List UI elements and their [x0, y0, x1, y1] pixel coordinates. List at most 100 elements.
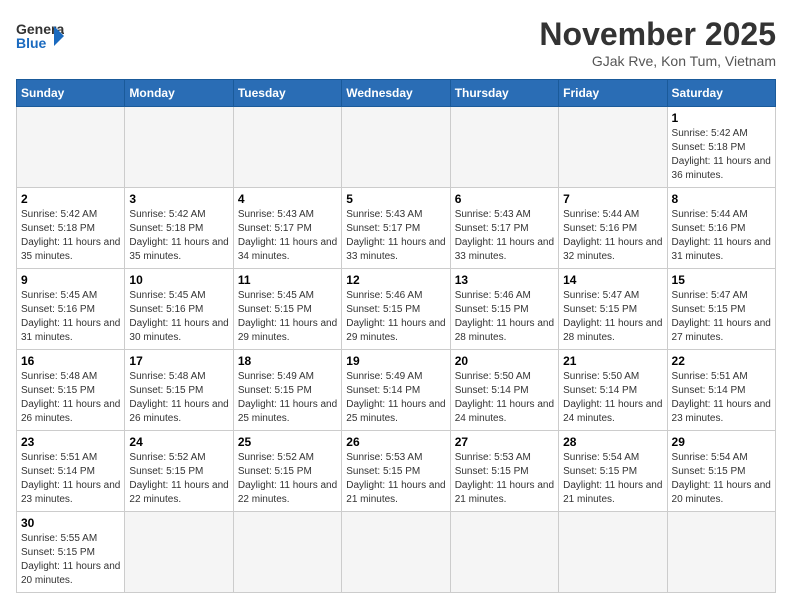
day-number: 25: [238, 435, 337, 449]
day-number: 26: [346, 435, 445, 449]
weekday-header: Friday: [559, 80, 667, 107]
calendar-cell: 28 Sunrise: 5:54 AMSunset: 5:15 PMDayligh…: [559, 431, 667, 512]
day-info: Sunrise: 5:48 AMSunset: 5:15 PMDaylight:…: [129, 370, 228, 426]
day-info: Sunrise: 5:46 AMSunset: 5:15 PMDaylight:…: [455, 289, 554, 345]
calendar-week-row: 1Sunrise: 5:42 AMSunset: 5:18 PMDaylight…: [17, 107, 776, 188]
day-number: 6: [455, 192, 554, 206]
calendar-cell: 7Sunrise: 5:44 AMSunset: 5:16 PMDaylight…: [559, 188, 667, 269]
logo-icon: General Blue: [16, 16, 64, 56]
day-number: 30: [21, 516, 120, 530]
calendar-cell: 9 Sunrise: 5:45 AMSunset: 5:16 PMDaylight…: [17, 269, 125, 350]
calendar-cell: [17, 107, 125, 188]
day-info: Sunrise: 5:42 AMSunset: 5:18 PMDaylight:…: [129, 208, 228, 264]
day-number: 17: [129, 354, 228, 368]
day-number: 28: [563, 435, 662, 449]
calendar-cell: 19 Sunrise: 5:49 AMSunset: 5:14 PMDayligh…: [342, 350, 450, 431]
calendar-cell: 4 Sunrise: 5:43 AMSunset: 5:17 PMDaylight…: [233, 188, 341, 269]
day-info: Sunrise: 5:53 AMSunset: 5:15 PMDaylight:…: [455, 451, 554, 507]
weekday-header: Sunday: [17, 80, 125, 107]
day-number: 13: [455, 273, 554, 287]
day-number: 5: [346, 192, 445, 206]
day-info: Sunrise: 5:47 AMSunset: 5:15 PMDaylight:…: [563, 289, 662, 345]
day-number: 27: [455, 435, 554, 449]
calendar-week-row: 2 Sunrise: 5:42 AMSunset: 5:18 PMDaylight…: [17, 188, 776, 269]
day-number: 23: [21, 435, 120, 449]
day-info: Sunrise: 5:42 AMSunset: 5:18 PMDaylight:…: [21, 208, 120, 264]
day-number: 4: [238, 192, 337, 206]
day-info: Sunrise: 5:47 AMSunset: 5:15 PMDaylight:…: [672, 289, 771, 345]
day-number: 29: [672, 435, 771, 449]
calendar-cell: 11Sunrise: 5:45 AMSunset: 5:15 PMDayligh…: [233, 269, 341, 350]
day-number: 19: [346, 354, 445, 368]
day-number: 9: [21, 273, 120, 287]
day-number: 2: [21, 192, 120, 206]
calendar-cell: 15 Sunrise: 5:47 AMSunset: 5:15 PMDayligh…: [667, 269, 775, 350]
day-info: Sunrise: 5:52 AMSunset: 5:15 PMDaylight:…: [238, 451, 337, 507]
calendar-cell: [559, 107, 667, 188]
day-info: Sunrise: 5:45 AMSunset: 5:16 PMDaylight:…: [21, 289, 120, 345]
calendar-cell: 25 Sunrise: 5:52 AMSunset: 5:15 PMDayligh…: [233, 431, 341, 512]
day-info: Sunrise: 5:50 AMSunset: 5:14 PMDaylight:…: [563, 370, 662, 426]
calendar-cell: 17 Sunrise: 5:48 AMSunset: 5:15 PMDayligh…: [125, 350, 233, 431]
day-info: Sunrise: 5:44 AMSunset: 5:16 PMDaylight:…: [672, 208, 771, 264]
day-info: Sunrise: 5:51 AMSunset: 5:14 PMDaylight:…: [672, 370, 771, 426]
calendar-cell: 18 Sunrise: 5:49 AMSunset: 5:15 PMDayligh…: [233, 350, 341, 431]
calendar-cell: 1Sunrise: 5:42 AMSunset: 5:18 PMDaylight…: [667, 107, 775, 188]
calendar-cell: 6 Sunrise: 5:43 AMSunset: 5:17 PMDaylight…: [450, 188, 558, 269]
title-section: November 2025 GJak Rve, Kon Tum, Vietnam: [539, 16, 776, 69]
calendar-cell: [233, 512, 341, 593]
day-info: Sunrise: 5:46 AMSunset: 5:15 PMDaylight:…: [346, 289, 445, 345]
calendar-cell: 21 Sunrise: 5:50 AMSunset: 5:14 PMDayligh…: [559, 350, 667, 431]
calendar-cell: 29Sunrise: 5:54 AMSunset: 5:15 PMDayligh…: [667, 431, 775, 512]
day-info: Sunrise: 5:45 AMSunset: 5:15 PMDaylight:…: [238, 289, 337, 345]
calendar-cell: [233, 107, 341, 188]
day-info: Sunrise: 5:54 AMSunset: 5:15 PMDaylight:…: [563, 451, 662, 507]
weekday-header: Wednesday: [342, 80, 450, 107]
calendar-cell: 24Sunrise: 5:52 AMSunset: 5:15 PMDayligh…: [125, 431, 233, 512]
calendar-cell: 3 Sunrise: 5:42 AMSunset: 5:18 PMDaylight…: [125, 188, 233, 269]
day-number: 1: [672, 111, 771, 125]
day-number: 16: [21, 354, 120, 368]
day-number: 10: [129, 273, 228, 287]
day-number: 3: [129, 192, 228, 206]
day-info: Sunrise: 5:43 AMSunset: 5:17 PMDaylight:…: [455, 208, 554, 264]
day-info: Sunrise: 5:45 AMSunset: 5:16 PMDaylight:…: [129, 289, 228, 345]
day-number: 8: [672, 192, 771, 206]
day-info: Sunrise: 5:49 AMSunset: 5:15 PMDaylight:…: [238, 370, 337, 426]
calendar-cell: 12Sunrise: 5:46 AMSunset: 5:15 PMDayligh…: [342, 269, 450, 350]
calendar-cell: 13 Sunrise: 5:46 AMSunset: 5:15 PMDayligh…: [450, 269, 558, 350]
calendar-cell: 22Sunrise: 5:51 AMSunset: 5:14 PMDayligh…: [667, 350, 775, 431]
day-info: Sunrise: 5:43 AMSunset: 5:17 PMDaylight:…: [238, 208, 337, 264]
weekday-header-row: SundayMondayTuesdayWednesdayThursdayFrid…: [17, 80, 776, 107]
month-title: November 2025: [539, 16, 776, 53]
calendar-cell: [125, 512, 233, 593]
day-info: Sunrise: 5:55 AMSunset: 5:15 PMDaylight:…: [21, 532, 120, 588]
calendar-cell: 20Sunrise: 5:50 AMSunset: 5:14 PMDayligh…: [450, 350, 558, 431]
svg-text:Blue: Blue: [16, 35, 47, 51]
calendar-cell: 30 Sunrise: 5:55 AMSunset: 5:15 PMDayligh…: [17, 512, 125, 593]
day-info: Sunrise: 5:51 AMSunset: 5:14 PMDaylight:…: [21, 451, 120, 507]
day-info: Sunrise: 5:52 AMSunset: 5:15 PMDaylight:…: [129, 451, 228, 507]
calendar-week-row: 30 Sunrise: 5:55 AMSunset: 5:15 PMDayligh…: [17, 512, 776, 593]
weekday-header: Saturday: [667, 80, 775, 107]
calendar-cell: [125, 107, 233, 188]
calendar-cell: 8 Sunrise: 5:44 AMSunset: 5:16 PMDaylight…: [667, 188, 775, 269]
day-info: Sunrise: 5:48 AMSunset: 5:15 PMDaylight:…: [21, 370, 120, 426]
day-number: 18: [238, 354, 337, 368]
weekday-header: Monday: [125, 80, 233, 107]
calendar-cell: 2 Sunrise: 5:42 AMSunset: 5:18 PMDaylight…: [17, 188, 125, 269]
calendar-cell: 5 Sunrise: 5:43 AMSunset: 5:17 PMDaylight…: [342, 188, 450, 269]
day-info: Sunrise: 5:49 AMSunset: 5:14 PMDaylight:…: [346, 370, 445, 426]
day-number: 21: [563, 354, 662, 368]
calendar-cell: 14Sunrise: 5:47 AMSunset: 5:15 PMDayligh…: [559, 269, 667, 350]
day-number: 15: [672, 273, 771, 287]
day-info: Sunrise: 5:50 AMSunset: 5:14 PMDaylight:…: [455, 370, 554, 426]
page-header: General Blue November 2025 GJak Rve, Kon…: [16, 16, 776, 69]
weekday-header: Tuesday: [233, 80, 341, 107]
day-info: Sunrise: 5:43 AMSunset: 5:17 PMDaylight:…: [346, 208, 445, 264]
location: GJak Rve, Kon Tum, Vietnam: [539, 53, 776, 69]
day-info: Sunrise: 5:53 AMSunset: 5:15 PMDaylight:…: [346, 451, 445, 507]
calendar-cell: [450, 512, 558, 593]
calendar-cell: [450, 107, 558, 188]
calendar-cell: 27 Sunrise: 5:53 AMSunset: 5:15 PMDayligh…: [450, 431, 558, 512]
